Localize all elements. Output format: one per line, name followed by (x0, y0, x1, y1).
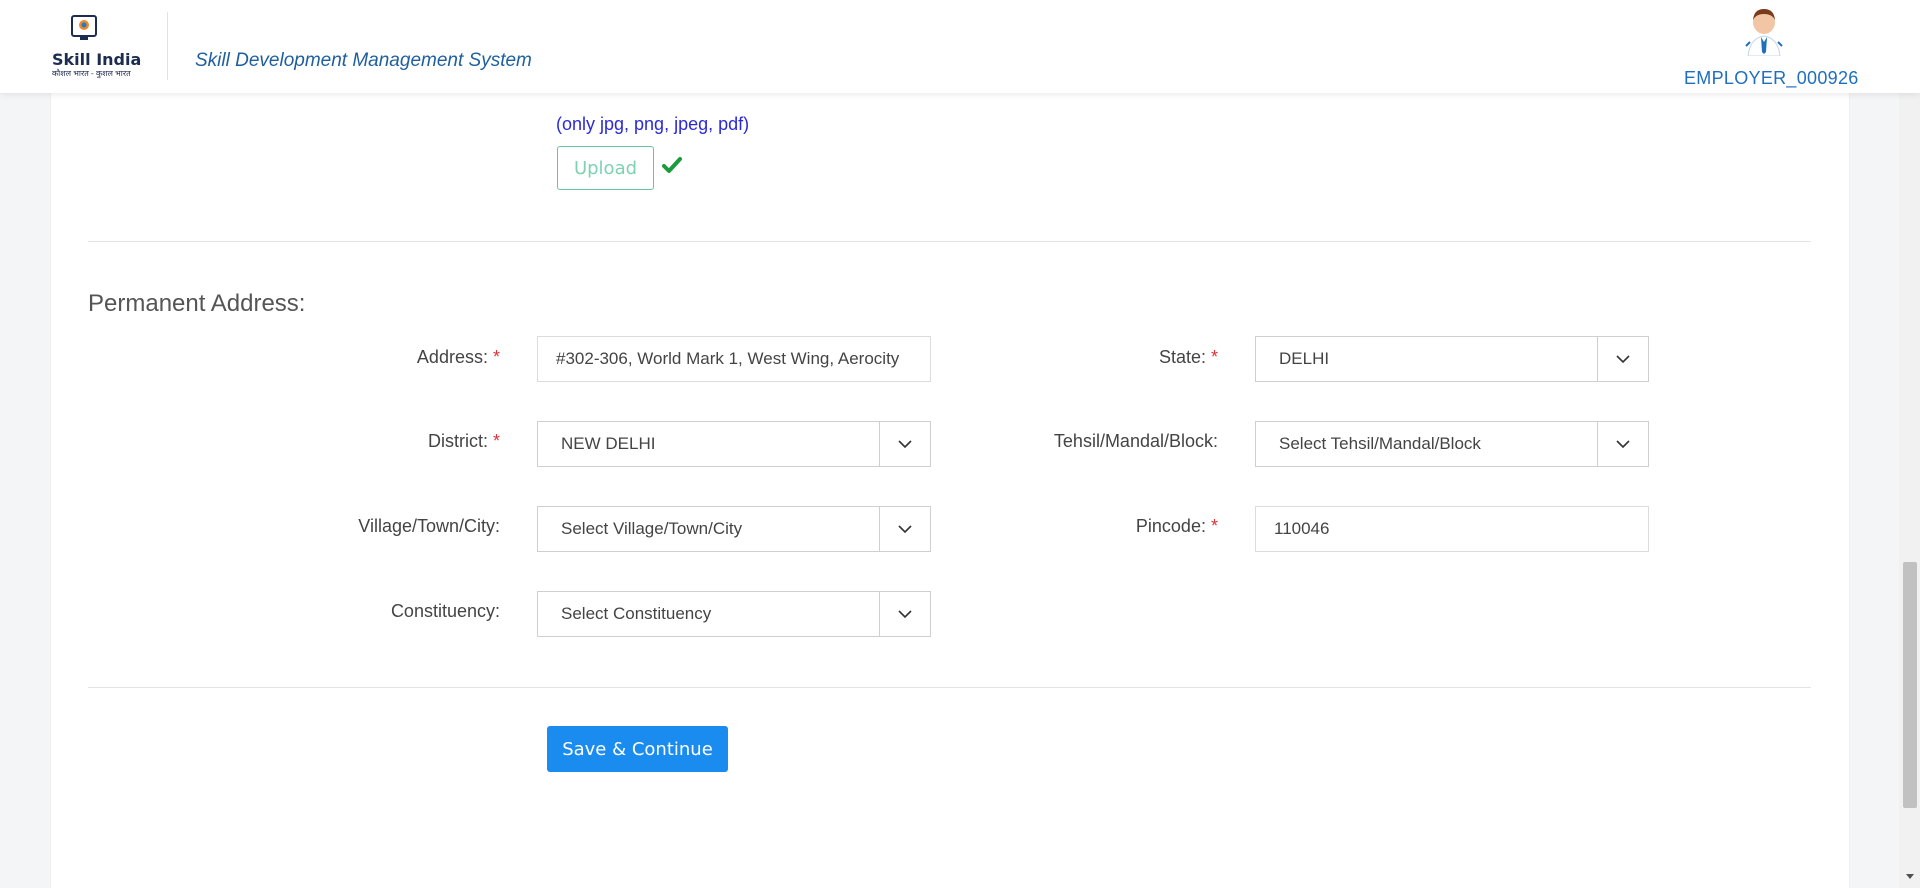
state-value: DELHI (1279, 349, 1330, 368)
tehsil-label: Tehsil/Mandal/Block: (980, 431, 1218, 452)
save-continue-button[interactable]: Save & Continue (547, 726, 728, 772)
pincode-label-text: Pincode: (1135, 516, 1206, 536)
district-select[interactable]: NEW DELHI (537, 421, 931, 467)
village-label-text: Village/Town/City: (358, 516, 500, 536)
form-card (50, 93, 1850, 888)
district-value: NEW DELHI (561, 434, 656, 453)
chevron-down-icon[interactable] (879, 592, 930, 636)
required-mark: * (1210, 516, 1218, 536)
logo-subtext: कौशल भारत - कुशल भारत (52, 69, 131, 78)
chevron-down-icon[interactable] (879, 507, 930, 551)
address-label-text: Address: (416, 347, 488, 367)
constituency-label-text: Constituency: (390, 601, 500, 621)
pincode-input[interactable]: 110046 (1255, 506, 1649, 552)
tehsil-value: Select Tehsil/Mandal/Block (1279, 434, 1481, 453)
section-divider (88, 241, 1811, 242)
section-divider (88, 687, 1811, 688)
state-label: State: * (1000, 347, 1218, 368)
top-header: Skill India कौशल भारत - कुशल भारत Skill … (0, 0, 1920, 93)
village-value: Select Village/Town/City (561, 519, 743, 538)
state-select[interactable]: DELHI (1255, 336, 1649, 382)
logo-text: Skill India (52, 50, 142, 69)
state-label-text: State: (1158, 347, 1206, 367)
address-value: #302-306, World Mark 1, West Wing, Aeroc… (556, 349, 900, 368)
tehsil-select[interactable]: Select Tehsil/Mandal/Block (1255, 421, 1649, 467)
header-divider (167, 12, 168, 80)
user-name[interactable]: EMPLOYER_000926 (1684, 68, 1859, 89)
village-select[interactable]: Select Village/Town/City (537, 506, 931, 552)
file-types-hint: (only jpg, png, jpeg, pdf) (556, 114, 750, 134)
district-label: District: * (300, 431, 500, 452)
tehsil-label-text: Tehsil/Mandal/Block: (1053, 431, 1218, 451)
required-mark: * (492, 431, 500, 451)
constituency-select[interactable]: Select Constituency (537, 591, 931, 637)
scroll-down-arrow-icon[interactable] (1904, 870, 1916, 882)
app-title: Skill Development Management System (195, 50, 532, 71)
constituency-label: Constituency: (300, 601, 500, 622)
chevron-down-icon[interactable] (1597, 422, 1648, 466)
pincode-value: 110046 (1274, 519, 1330, 538)
checkmark-icon (662, 157, 682, 173)
pincode-label: Pincode: * (1000, 516, 1218, 537)
scrollbar-thumb[interactable] (1903, 562, 1917, 808)
permanent-address-title: Permanent Address: (88, 290, 306, 317)
district-label-text: District: (427, 431, 488, 451)
address-input[interactable]: #302-306, World Mark 1, West Wing, Aeroc… (537, 336, 931, 382)
chevron-down-icon[interactable] (879, 422, 930, 466)
upload-button[interactable]: Upload (557, 146, 654, 190)
required-mark: * (1210, 347, 1218, 367)
user-avatar-icon[interactable] (1742, 8, 1786, 56)
required-mark: * (492, 347, 500, 367)
chevron-down-icon[interactable] (1597, 337, 1648, 381)
constituency-value: Select Constituency (561, 604, 712, 623)
village-label: Village/Town/City: (300, 516, 500, 537)
address-label: Address: * (300, 347, 500, 368)
